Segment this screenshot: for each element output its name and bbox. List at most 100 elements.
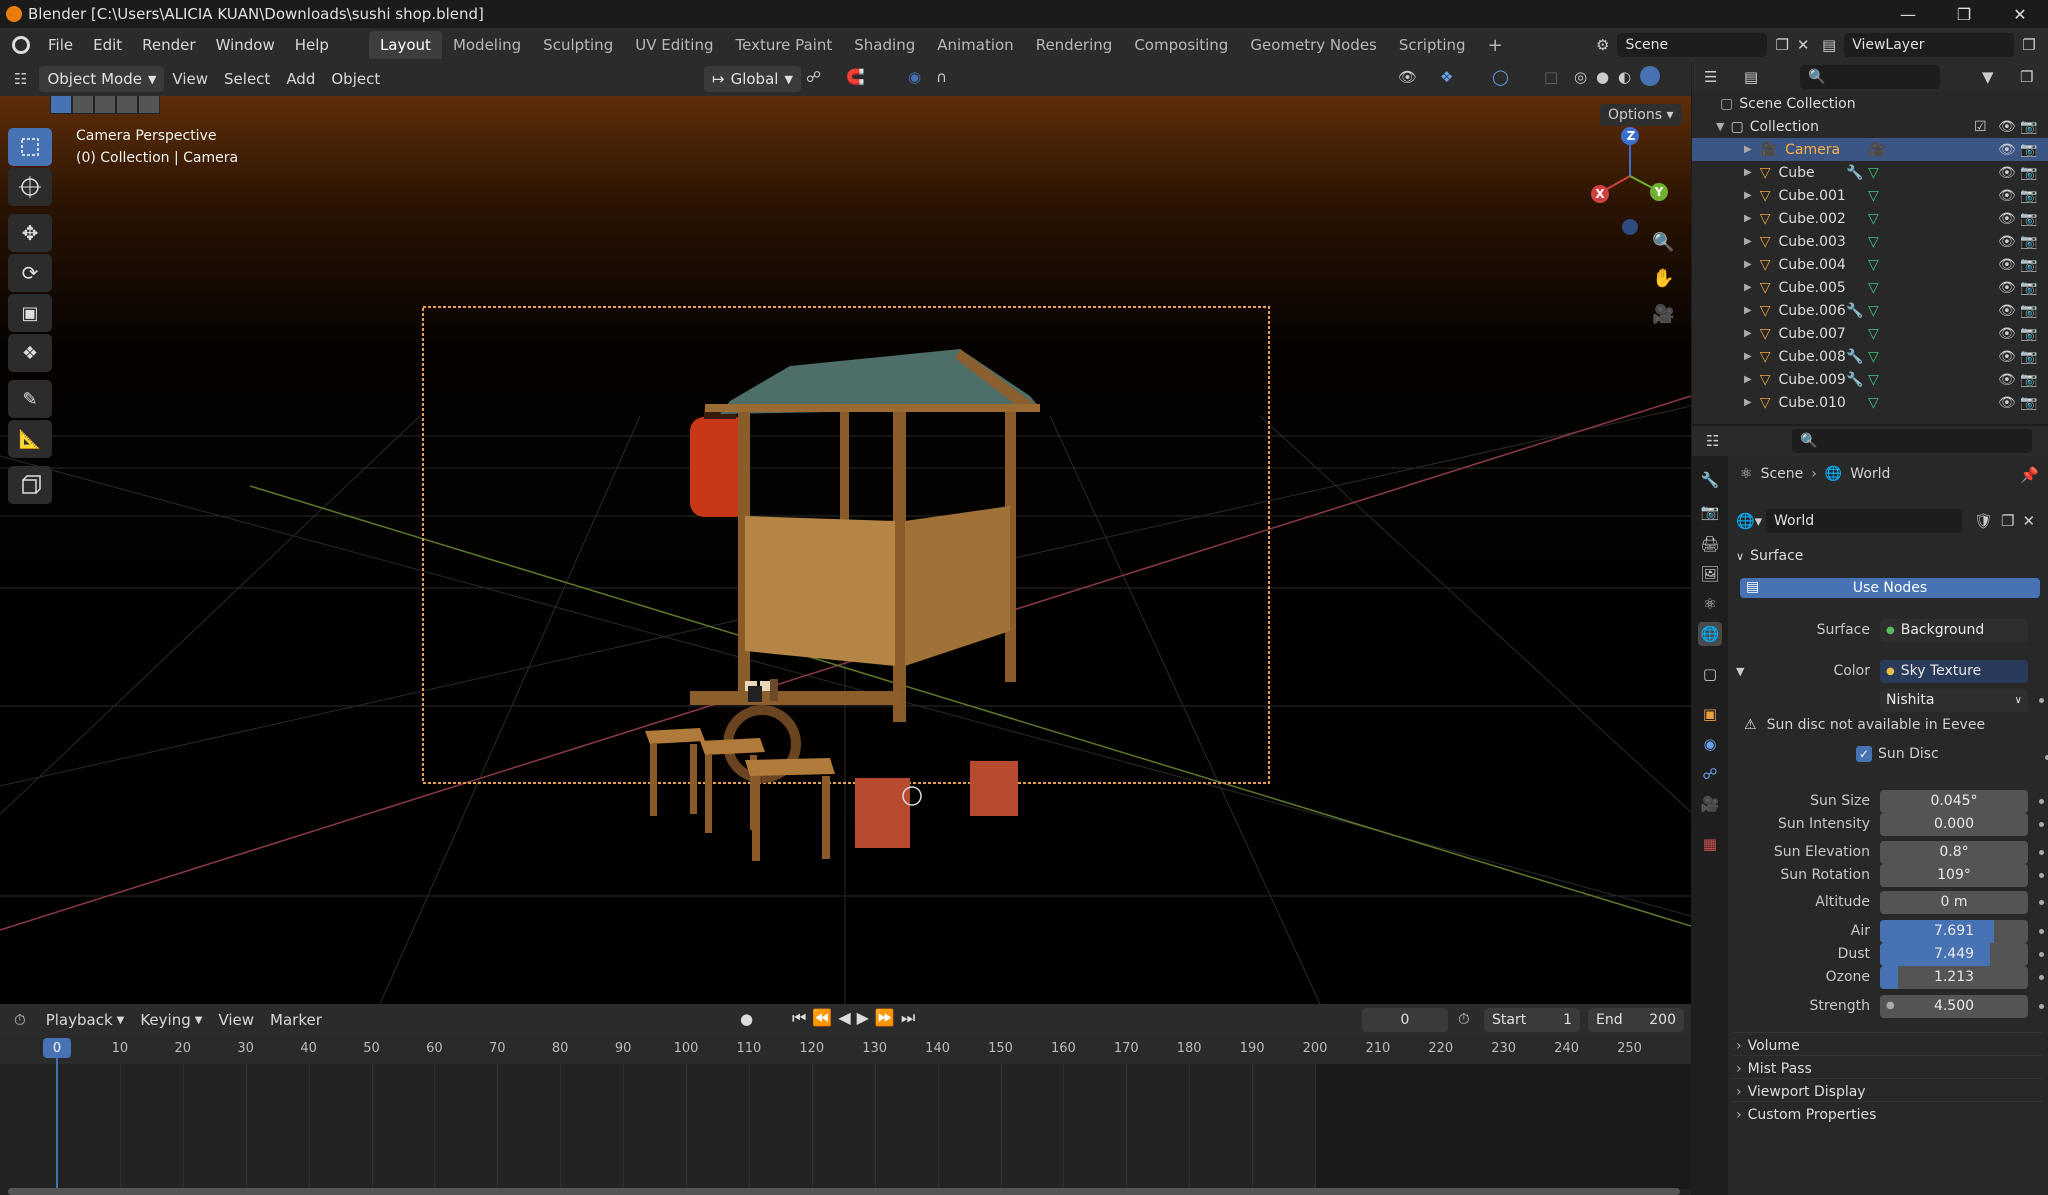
start-frame-field[interactable]: Start 1	[1484, 1008, 1580, 1032]
outliner-item[interactable]: ▶ 🎥 Camera 🎥 👁 📷	[1692, 138, 2048, 161]
playhead-frame-badge[interactable]: 0	[43, 1038, 71, 1058]
zoom-icon[interactable]: 🔍	[1652, 232, 1674, 253]
visibility-icon[interactable]: 👁	[1398, 68, 1417, 86]
pivot-icon[interactable]: ☍	[806, 68, 821, 86]
field-value-slider[interactable]: 7.691	[1880, 919, 2028, 943]
texture-tab-icon[interactable]: ▦	[1698, 832, 1722, 856]
rotate-tool[interactable]: ⟳	[8, 254, 52, 292]
use-nodes-button[interactable]: ▤ Use Nodes	[1740, 578, 2040, 598]
tool-tab-icon[interactable]: 🔧	[1698, 468, 1722, 492]
surface-shader-field[interactable]: ● Background	[1880, 618, 2028, 642]
expand-arrow-icon[interactable]: ▶	[1744, 397, 1752, 408]
tab-rendering[interactable]: Rendering	[1025, 31, 1124, 59]
render-camera-icon[interactable]: 📷	[2020, 303, 2037, 319]
new-view-layer-icon[interactable]: ❐	[2022, 36, 2035, 54]
annotate-tool[interactable]: ✎	[8, 380, 52, 418]
visibility-eye-icon[interactable]: 👁	[1998, 211, 2016, 227]
camera-view-icon[interactable]: 🎥	[1652, 304, 1674, 325]
world-browse-icon[interactable]: 🌐▾	[1736, 512, 1766, 530]
expand-arrow-icon[interactable]: ▶	[1744, 167, 1752, 178]
transform-tool[interactable]: ❖	[8, 334, 52, 372]
select-extend-icon[interactable]	[72, 96, 94, 114]
render-camera-icon[interactable]: 📷	[2020, 188, 2037, 204]
field-value-slider[interactable]: ● 4.500	[1880, 994, 2028, 1018]
field-value-slider[interactable]: 0.000	[1880, 812, 2028, 836]
menu-render[interactable]: Render	[132, 36, 205, 54]
record-icon[interactable]: ●	[740, 1010, 753, 1028]
duplicate-world-icon[interactable]: ❐	[2001, 512, 2014, 530]
menu-timeline-view[interactable]: View	[210, 1007, 262, 1033]
mesh-data-icon[interactable]: ▽	[1868, 395, 1879, 411]
keyframe-dot-icon[interactable]	[2039, 849, 2044, 855]
visibility-eye-icon[interactable]: 👁	[1998, 257, 2016, 273]
tab-layout[interactable]: Layout	[368, 31, 442, 59]
select-intersect-icon[interactable]	[138, 96, 160, 114]
constraints-tab-icon[interactable]: ☍	[1698, 762, 1722, 786]
expand-arrow-icon[interactable]: ▼	[1716, 120, 1724, 133]
tab-uv-editing[interactable]: UV Editing	[624, 31, 724, 59]
outliner-item[interactable]: ▶ ▽ Cube.010 ▽ 👁 📷	[1692, 391, 2048, 414]
mode-dropdown[interactable]: Object Mode ▼	[39, 66, 165, 92]
visibility-eye-icon[interactable]: 👁	[1998, 349, 2016, 365]
sun-disc-checkbox[interactable]: ✓	[1856, 746, 1872, 762]
editor-type-icon[interactable]: ☷	[14, 70, 27, 88]
sky-type-keyframe-icon[interactable]	[2039, 697, 2044, 703]
menu-object[interactable]: Object	[323, 66, 388, 92]
mesh-data-icon[interactable]: ▽	[1868, 372, 1879, 388]
visibility-eye-icon[interactable]: 👁	[1998, 234, 2016, 250]
outliner-item[interactable]: ▶ ▽ Cube.005 ▽ 👁 📷	[1692, 276, 2048, 299]
object-tab-icon[interactable]: ▣	[1698, 702, 1722, 726]
menu-edit[interactable]: Edit	[83, 36, 132, 54]
physics-tab-icon[interactable]: ◉	[1698, 732, 1722, 756]
scale-tool[interactable]: ▣	[8, 294, 52, 332]
expand-arrow-icon[interactable]: ▶	[1744, 259, 1752, 270]
visibility-eye-icon[interactable]: 👁	[1998, 188, 2016, 204]
camera-data-icon[interactable]: 🎥	[1868, 142, 1885, 158]
unlink-world-icon[interactable]: ✕	[2023, 512, 2036, 530]
shading-material-icon[interactable]: ◐	[1618, 68, 1631, 86]
expand-arrow-icon[interactable]: ▶	[1744, 351, 1752, 362]
mesh-data-icon[interactable]: ▽	[1868, 165, 1879, 181]
render-camera-icon[interactable]: 📷	[2020, 280, 2037, 296]
mesh-data-icon[interactable]: ▽	[1868, 326, 1879, 342]
menu-help[interactable]: Help	[285, 36, 339, 54]
tab-animation[interactable]: Animation	[926, 31, 1024, 59]
expand-arrow-icon[interactable]: ▶	[1744, 328, 1752, 339]
keyframe-dot-icon[interactable]	[2039, 951, 2044, 957]
outliner-scene-collection[interactable]: ▢ Scene Collection	[1692, 92, 2048, 115]
scene-selector[interactable]: Scene	[1617, 33, 1768, 57]
surface-panel-header[interactable]: ∨ Surface	[1732, 543, 2042, 569]
properties-editor-icon[interactable]: ☷	[1706, 432, 1719, 450]
playback-controls[interactable]: ⏮⏪◀▶⏩⏭	[792, 1008, 921, 1028]
collection-camera-icon[interactable]: 📷	[2020, 119, 2037, 135]
visibility-eye-icon[interactable]: 👁	[1998, 303, 2016, 319]
expand-arrow-icon[interactable]: ▶	[1744, 236, 1752, 247]
keyframe-dot-icon[interactable]	[2039, 872, 2044, 878]
mesh-data-icon[interactable]: ▽	[1868, 303, 1879, 319]
mesh-data-icon[interactable]: ▽	[1868, 234, 1879, 250]
outliner-item[interactable]: ▶ ▽ Cube.004 ▽ 👁 📷	[1692, 253, 2048, 276]
snap-icon[interactable]: 🧲	[846, 68, 865, 86]
modifier-icon[interactable]: 🔧	[1846, 303, 1863, 319]
modifier-icon[interactable]: 🔧	[1846, 165, 1863, 181]
shading-rendered-icon[interactable]	[1640, 66, 1660, 86]
render-camera-icon[interactable]: 📷	[2020, 211, 2037, 227]
expand-arrow-icon[interactable]: ▶	[1744, 213, 1752, 224]
field-value-slider[interactable]: 0 m	[1880, 890, 2028, 914]
menu-keying[interactable]: Keying ▼	[132, 1007, 210, 1033]
viewport-canvas[interactable]	[0, 96, 1691, 1004]
visibility-eye-icon[interactable]: 👁	[1998, 142, 2016, 158]
field-value-slider[interactable]: 109°	[1880, 863, 2028, 887]
visibility-eye-icon[interactable]: 👁	[1998, 395, 2016, 411]
filter-icon[interactable]: ▼	[1982, 68, 1994, 86]
pan-hand-icon[interactable]: ✋	[1652, 268, 1674, 289]
collection-checkbox-icon[interactable]: ☑	[1974, 119, 1987, 135]
outliner-collection[interactable]: ▼ ▢ Collection ☑ 👁 📷	[1692, 115, 2048, 138]
mesh-data-icon[interactable]: ▽	[1868, 280, 1879, 296]
add-cube-tool[interactable]	[8, 466, 52, 504]
gizmo-icon[interactable]: ❖	[1440, 68, 1453, 86]
outliner-item[interactable]: ▶ ▽ Cube.001 ▽ 👁 📷	[1692, 184, 2048, 207]
color-expand-icon[interactable]: ▼	[1736, 665, 1744, 678]
select-invert-icon[interactable]	[116, 96, 138, 114]
expand-arrow-icon[interactable]: ▶	[1744, 190, 1752, 201]
